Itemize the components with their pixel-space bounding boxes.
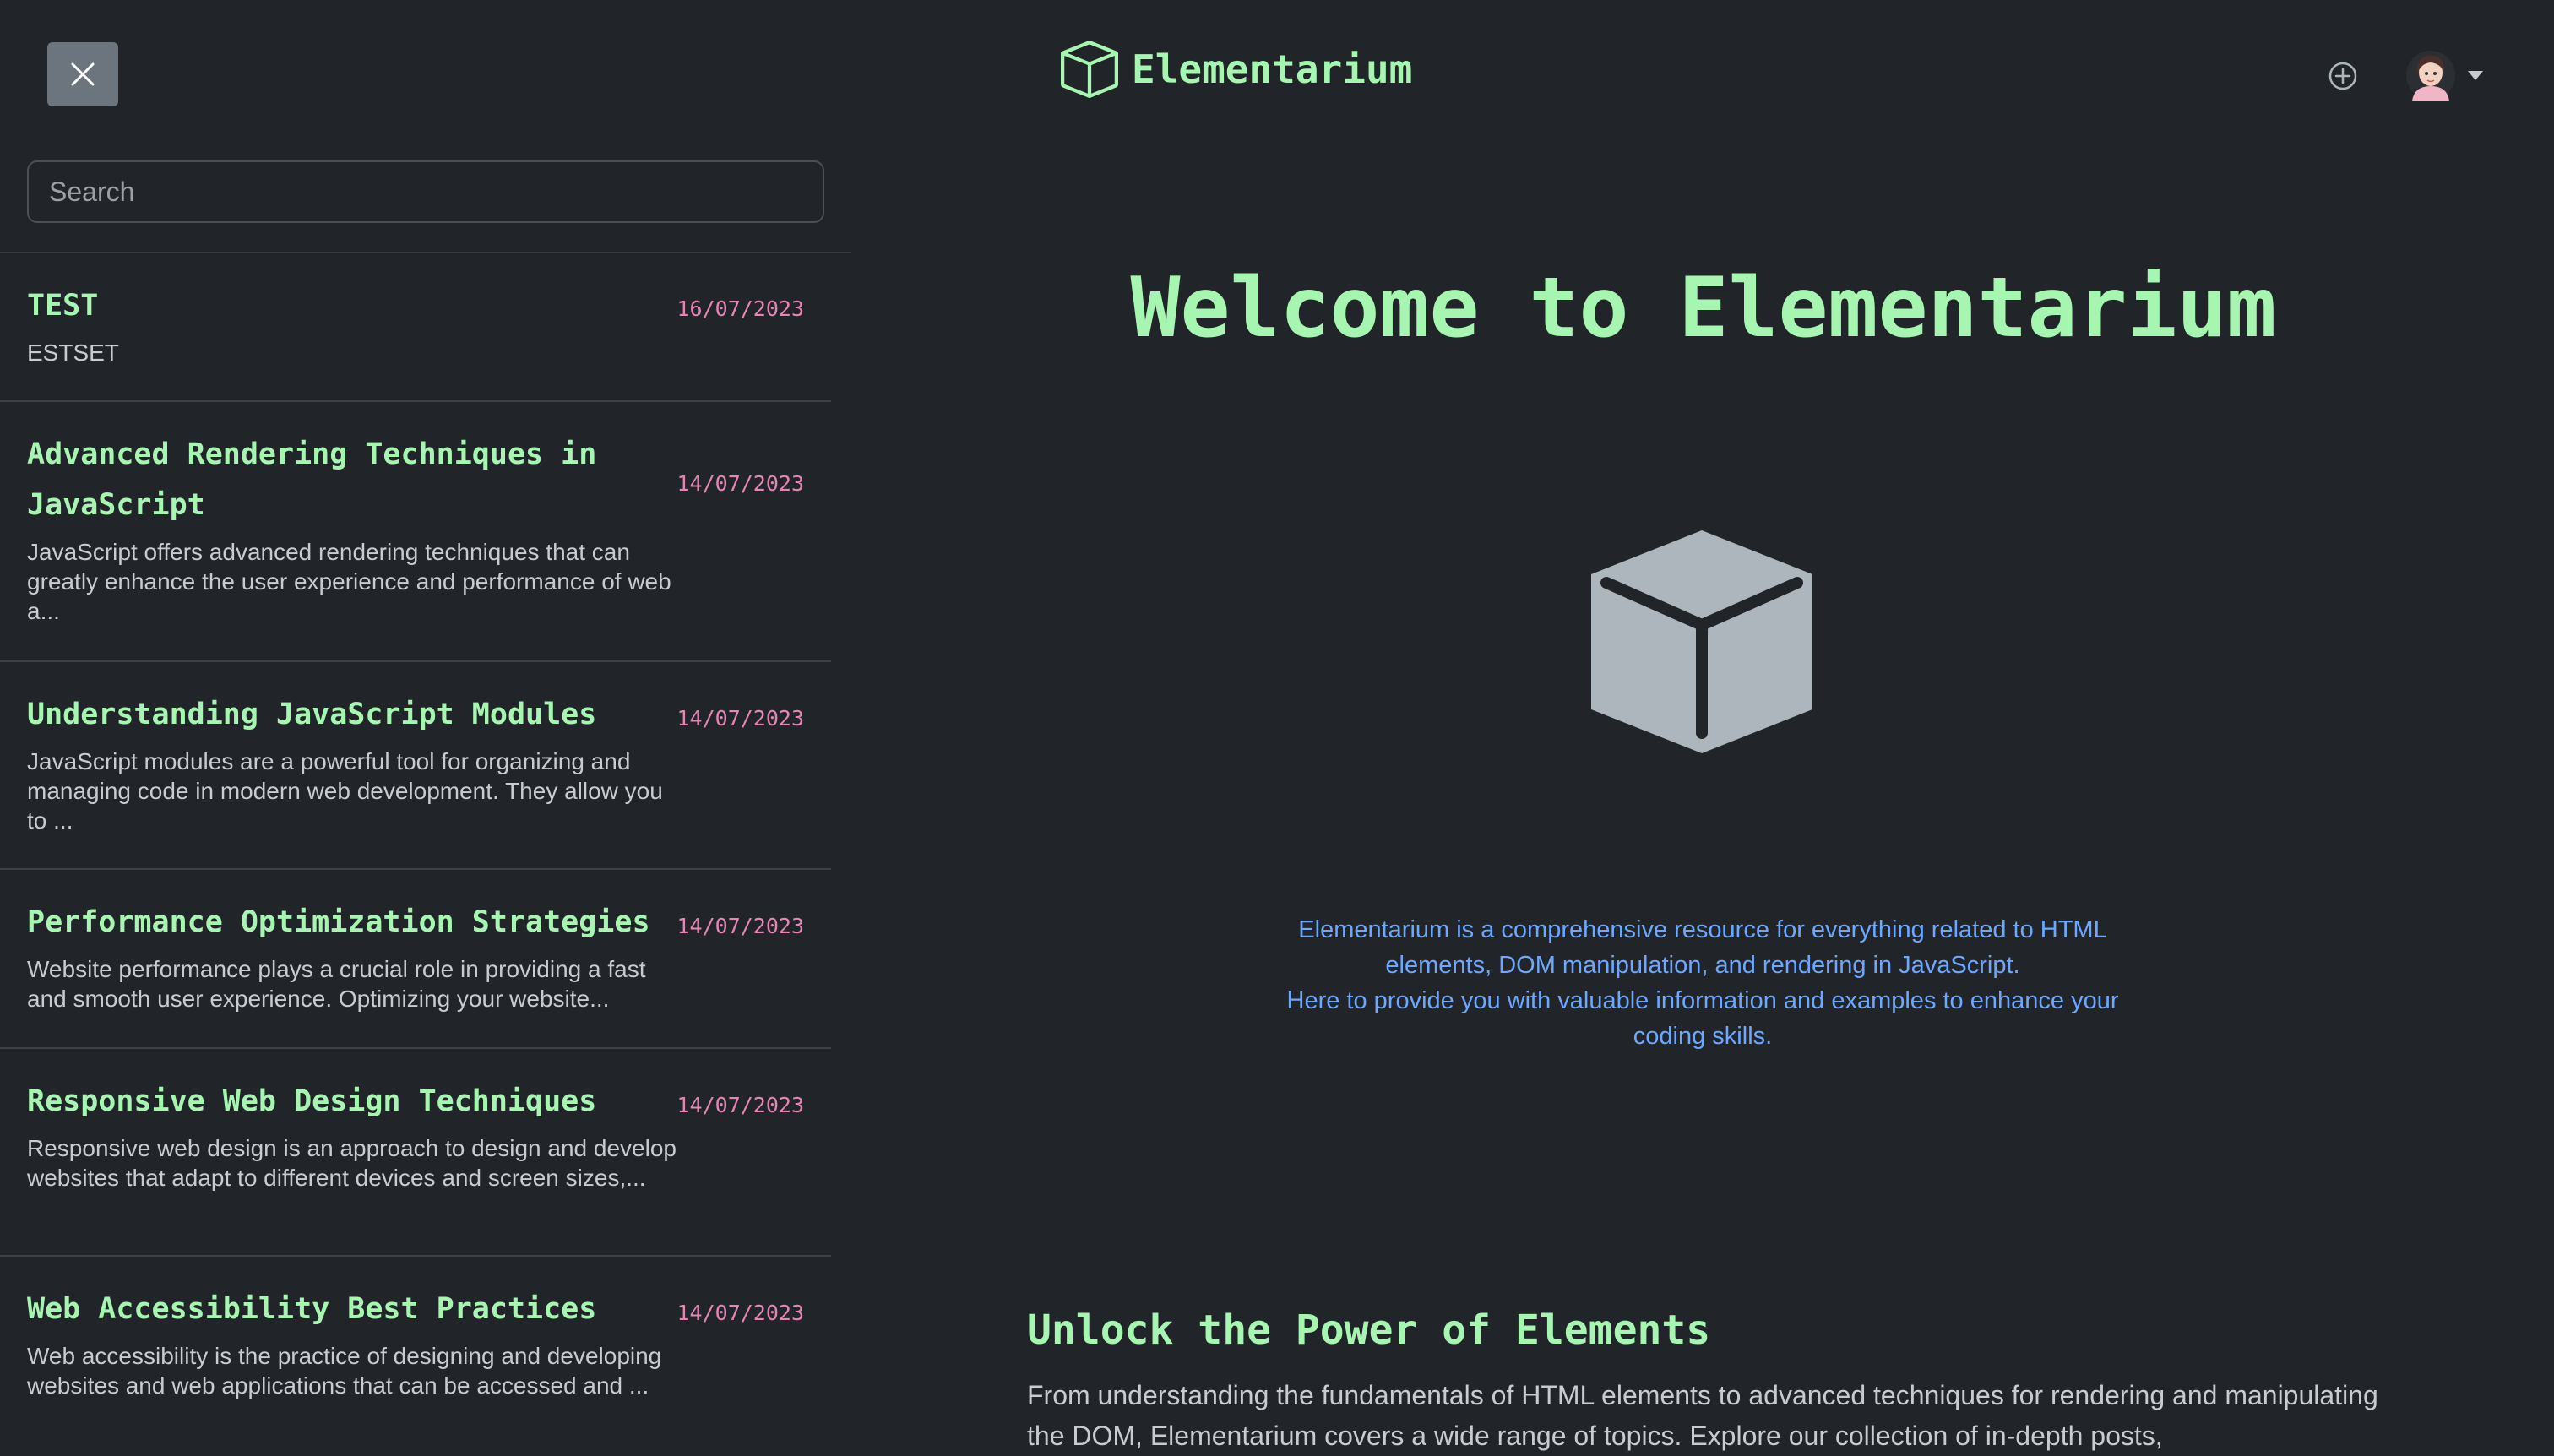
post-list-item[interactable]: Understanding JavaScript Modules 14/07/2… <box>0 662 831 870</box>
post-excerpt: ESTSET <box>27 340 119 366</box>
cube-logo-icon <box>1061 41 1118 98</box>
section-title: Unlock the Power of Elements <box>1027 1307 1711 1354</box>
close-sidebar-button[interactable] <box>47 42 118 106</box>
search-container <box>27 160 824 223</box>
post-excerpt: Responsive web design is an approach to … <box>27 1135 677 1191</box>
close-icon <box>71 62 95 86</box>
post-excerpt: Web accessibility is the practice of des… <box>27 1343 662 1399</box>
post-title[interactable]: Responsive Web Design Techniques <box>27 1076 669 1127</box>
post-list-item[interactable]: Web Accessibility Best Practices 14/07/2… <box>0 1257 831 1456</box>
hero-title: Welcome to Elementarium <box>1130 260 2277 356</box>
post-title[interactable]: Web Accessibility Best Practices <box>27 1284 669 1334</box>
post-excerpt: JavaScript offers advanced rendering tec… <box>27 539 671 624</box>
intro-line-1: Elementarium is a comprehensive resource… <box>1298 916 2107 979</box>
brand[interactable]: Elementarium <box>1061 41 1412 98</box>
post-date: 14/07/2023 <box>677 1301 804 1325</box>
search-input[interactable] <box>27 160 824 223</box>
post-list-item[interactable]: Responsive Web Design Techniques 14/07/2… <box>0 1049 831 1257</box>
post-list-item[interactable]: Advanced Rendering Techniques in JavaScr… <box>0 402 831 662</box>
post-title[interactable]: Performance Optimization Strategies <box>27 897 669 948</box>
intro-line-2: Here to provide you with valuable inform… <box>1286 987 2119 1050</box>
plus-circle-icon[interactable] <box>2328 61 2358 91</box>
post-title[interactable]: Advanced Rendering Techniques in JavaScr… <box>27 429 669 530</box>
post-title[interactable]: Understanding JavaScript Modules <box>27 689 669 740</box>
post-list-item[interactable]: TEST 16/07/2023 ESTSET <box>0 253 831 402</box>
cube-hero-icon <box>1591 530 1812 753</box>
intro-text: Elementarium is a comprehensive resource… <box>1267 912 2138 1054</box>
post-date: 14/07/2023 <box>677 706 804 731</box>
user-avatar[interactable] <box>2405 49 2456 101</box>
post-date: 14/07/2023 <box>677 471 804 496</box>
post-list-item[interactable]: Performance Optimization Strategies 14/0… <box>0 870 831 1049</box>
post-excerpt: Website performance plays a crucial role… <box>27 956 646 1012</box>
post-date: 16/07/2023 <box>677 296 804 321</box>
user-menu-caret-icon[interactable] <box>2468 71 2483 80</box>
post-date: 14/07/2023 <box>677 914 804 938</box>
post-title[interactable]: TEST <box>27 280 669 331</box>
post-list: TEST 16/07/2023 ESTSET Advanced Renderin… <box>0 253 831 1456</box>
post-excerpt: JavaScript modules are a powerful tool f… <box>27 748 663 834</box>
brand-name: Elementarium <box>1132 46 1413 92</box>
post-date: 14/07/2023 <box>677 1093 804 1117</box>
section-body: From understanding the fundamentals of H… <box>1027 1380 2378 1451</box>
